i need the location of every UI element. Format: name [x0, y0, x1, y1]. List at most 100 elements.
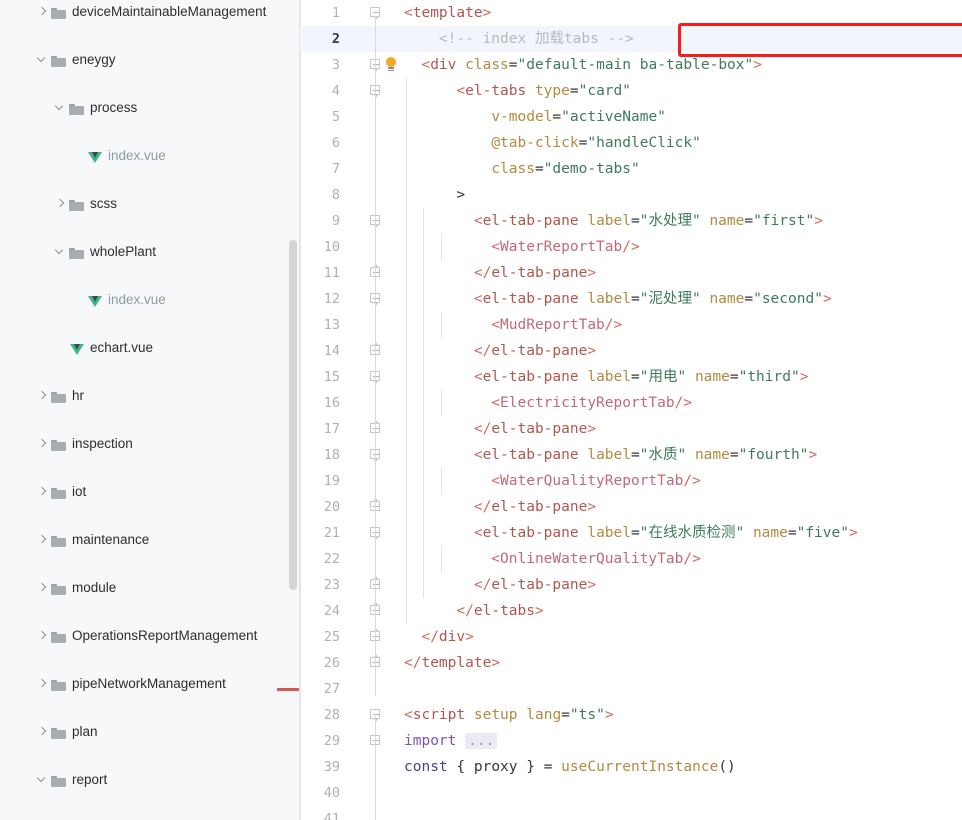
code-token: < [404, 83, 466, 99]
code-line[interactable]: 13 <MudReportTab/> [300, 312, 962, 338]
code-token: < [404, 317, 501, 333]
tree-folder-electricityReport[interactable]: electricityReport [0, 816, 299, 820]
chevron-right-icon[interactable] [36, 384, 50, 408]
code-line[interactable]: 25 </div> [300, 624, 962, 650]
code-token: = [631, 525, 640, 541]
code-text: <script setup lang="ts"> [404, 702, 614, 728]
tree-folder-process[interactable]: process [0, 96, 299, 120]
code-text: </el-tabs> [404, 598, 543, 624]
code-token: WaterReportTab [500, 239, 623, 255]
code-line[interactable]: 1 <template> [300, 0, 962, 26]
chevron-down-icon[interactable] [36, 48, 50, 72]
project-tree-panel[interactable]: deviceMaintainableManagement eneygy proces… [0, 0, 300, 820]
code-token: </ [404, 499, 492, 515]
chevron-down-icon[interactable] [54, 96, 68, 120]
tree-folder-eneygy[interactable]: eneygy [0, 48, 299, 72]
code-token: name [694, 447, 730, 463]
code-line[interactable]: 27 [300, 676, 962, 702]
chevron-right-icon[interactable] [36, 0, 50, 24]
code-line[interactable]: 41 [300, 806, 962, 820]
tree-file-echart.vue[interactable]: echart.vue [0, 336, 299, 360]
code-token: > [465, 629, 474, 645]
error-stripe-marker [277, 688, 299, 691]
code-token: < [404, 447, 483, 463]
code-line[interactable]: 22 <OnlineWaterQualityTab/> [300, 546, 962, 572]
code-line[interactable]: 5 v-model="activeName" [300, 104, 962, 130]
code-line[interactable]: 11 </el-tab-pane> [300, 260, 962, 286]
chevron-right-icon[interactable] [36, 624, 50, 648]
tree-folder-inspection[interactable]: inspection [0, 432, 299, 456]
tree-file-index.vue[interactable]: index.vue [0, 144, 299, 168]
code-line[interactable]: 10 <WaterReportTab/> [300, 234, 962, 260]
chevron-right-icon[interactable] [54, 192, 68, 216]
tree-folder-wholePlant[interactable]: wholePlant [0, 240, 299, 264]
code-line[interactable]: 39 const { proxy } = useCurrentInstance() [300, 754, 962, 780]
tree-folder-report[interactable]: report [0, 768, 299, 792]
tree-folder-plan[interactable]: plan [0, 720, 299, 744]
code-line[interactable]: 12 <el-tab-pane label="泥处理" name="second… [300, 286, 962, 312]
intention-bulb-icon[interactable] [385, 57, 397, 72]
code-line[interactable]: 15 <el-tab-pane label="用电" name="third"> [300, 364, 962, 390]
line-number: 24 [323, 603, 340, 619]
code-line[interactable]: 2 <!-- index 加载tabs --> [300, 26, 962, 52]
chevron-right-icon[interactable] [36, 576, 50, 600]
code-token: > [808, 447, 818, 463]
chevron-down-icon[interactable] [36, 768, 50, 792]
chevron-right-icon[interactable] [54, 816, 68, 820]
tree-folder-hr[interactable]: hr [0, 384, 299, 408]
chevron-right-icon[interactable] [36, 432, 50, 456]
code-line[interactable]: 28 <script setup lang="ts"> [300, 702, 962, 728]
code-line[interactable]: 16 <ElectricityReportTab/> [300, 390, 962, 416]
code-line[interactable]: 40 [300, 780, 962, 806]
chevron-down-icon[interactable] [54, 240, 68, 264]
tree-folder-maintenance[interactable]: maintenance [0, 528, 299, 552]
code-line[interactable]: 21 <el-tab-pane label="在线水质检测" name="fiv… [300, 520, 962, 546]
chevron-right-icon[interactable] [36, 480, 50, 504]
line-number: 26 [323, 655, 340, 671]
code-line[interactable]: 29 import ... [300, 728, 962, 754]
tree-folder-pipeNetworkManagement[interactable]: pipeNetworkManagement [0, 672, 299, 696]
code-line[interactable]: 4 <el-tabs type="card" [300, 78, 962, 104]
code-line[interactable]: 14 </el-tab-pane> [300, 338, 962, 364]
chevron-right-icon[interactable] [36, 672, 50, 696]
code-line[interactable]: 20 </el-tab-pane> [300, 494, 962, 520]
tree-folder-scss[interactable]: scss [0, 192, 299, 216]
code-token: el-tab-pane [482, 525, 579, 541]
folder-icon [50, 51, 68, 69]
code-token: </ [404, 603, 474, 619]
code-line[interactable]: 3 <div class="default-main ba-table-box"… [300, 52, 962, 78]
line-number: 39 [323, 759, 340, 775]
code-line[interactable]: 19 <WaterQualityReportTab/> [300, 468, 962, 494]
code-line[interactable]: 8 > [300, 182, 962, 208]
tree-folder-module[interactable]: module [0, 576, 299, 600]
code-token: </ [404, 629, 439, 645]
tree-folder-iot[interactable]: iot [0, 480, 299, 504]
code-token: /> [683, 473, 701, 489]
chevron-right-icon[interactable] [36, 720, 50, 744]
code-line[interactable]: 18 <el-tab-pane label="水质" name="fourth"… [300, 442, 962, 468]
code-line[interactable]: 7 class="demo-tabs" [300, 156, 962, 182]
code-token: < [404, 213, 483, 229]
line-number: 18 [323, 447, 340, 463]
tree-folder-deviceMaintainableManagement[interactable]: deviceMaintainableManagement [0, 0, 299, 24]
tree-folder-OperationsReportManagement[interactable]: OperationsReportManagement [0, 624, 299, 648]
code-line[interactable]: 26 </template> [300, 650, 962, 676]
code-line[interactable]: 9 <el-tab-pane label="水处理" name="first"> [300, 208, 962, 234]
code-line[interactable]: 17 </el-tab-pane> [300, 416, 962, 442]
code-token: = [631, 291, 640, 307]
file-tree[interactable]: deviceMaintainableManagement eneygy proces… [0, 0, 299, 816]
code-token: label [587, 369, 631, 385]
code-token: v-model [491, 109, 553, 125]
tree-file-index.vue[interactable]: index.vue [0, 288, 299, 312]
chevron-right-icon[interactable] [36, 528, 50, 552]
folder-icon [50, 627, 68, 645]
code-token: = [729, 447, 739, 463]
sidebar-scrollbar[interactable] [289, 240, 297, 590]
code-text: </template> [404, 650, 500, 676]
code-line[interactable]: 6 @tab-click="handleClick" [300, 130, 962, 156]
code-line[interactable]: 24 </el-tabs> [300, 598, 962, 624]
code-line[interactable]: 23 </el-tab-pane> [300, 572, 962, 598]
code-token: < [404, 291, 483, 307]
code-editor-pane[interactable]: 1 <template> 2 <!-- index 加载tabs --> 3 <div… [300, 0, 962, 820]
